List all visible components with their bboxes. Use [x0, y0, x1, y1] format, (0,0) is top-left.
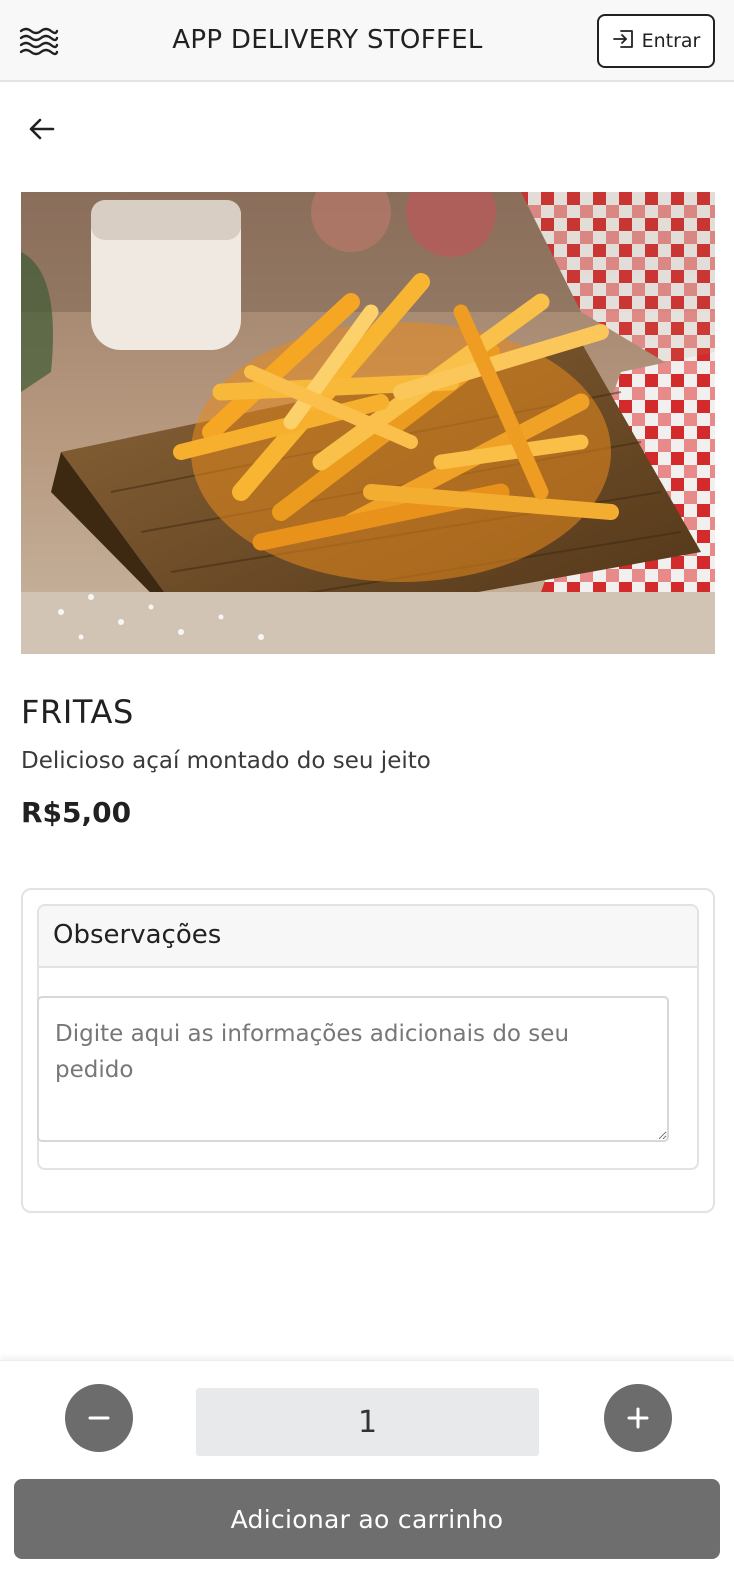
minus-icon: [88, 1416, 110, 1420]
increase-quantity-button[interactable]: [604, 1384, 672, 1452]
back-arrow-icon[interactable]: [26, 114, 58, 144]
login-icon: [612, 28, 636, 55]
notes-textarea[interactable]: [37, 996, 669, 1142]
notes-title: Observações: [39, 906, 697, 968]
app-title: APP DELIVERY STOFFEL: [172, 25, 483, 55]
notes-section: Observações: [21, 888, 715, 1213]
top-navbar: APP DELIVERY STOFFEL Entrar: [0, 0, 734, 82]
decrease-quantity-button[interactable]: [65, 1384, 133, 1452]
product-description: Delicioso açaí montado do seu jeito: [21, 748, 431, 774]
quantity-display: 1: [196, 1388, 539, 1456]
cart-bar: 1 Adicionar ao carrinho: [0, 1360, 734, 1595]
plus-icon: [627, 1407, 649, 1429]
product-price: R$5,00: [21, 796, 132, 829]
product-image: [21, 192, 715, 654]
add-to-cart-button[interactable]: Adicionar ao carrinho: [14, 1479, 720, 1559]
login-button[interactable]: Entrar: [597, 14, 715, 68]
login-label: Entrar: [641, 30, 701, 52]
menu-icon[interactable]: [18, 24, 60, 58]
product-name: FRITAS: [21, 693, 134, 731]
